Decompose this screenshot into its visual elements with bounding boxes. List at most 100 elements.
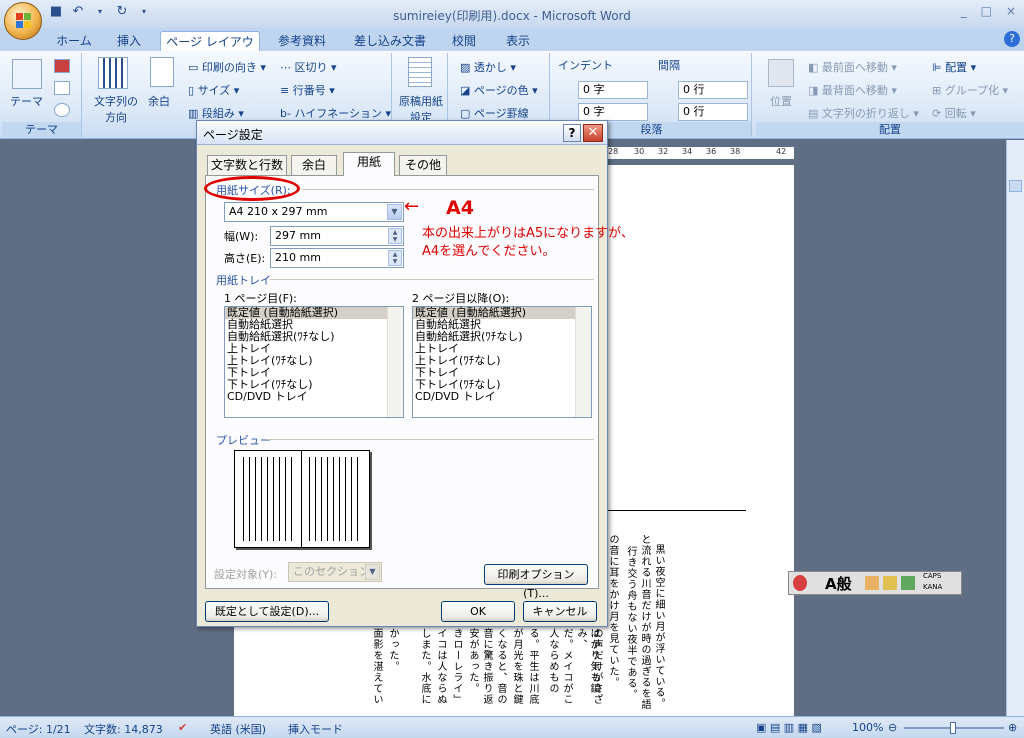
theme-icon [12,59,42,89]
zoom-in-icon[interactable]: ⊕ [1008,721,1017,734]
bring-front-button[interactable]: ◧ 最前面へ移動 ▾ [808,59,897,75]
tab-references[interactable]: 参考資料 [270,31,334,51]
tab-view[interactable]: 表示 [498,31,538,51]
width-spinner-icon[interactable]: ▲ ▼ [388,228,402,244]
indent-right-input[interactable]: 0 字 [578,103,648,121]
watermark-button[interactable]: ▨ 透かし ▾ [460,59,516,75]
ime-tools-icon[interactable] [901,576,915,590]
tab-insert[interactable]: 挿入 [108,31,150,51]
dialog-close-icon[interactable]: ✕ [583,124,603,142]
position-button[interactable]: 位置 [770,93,792,109]
columns-button[interactable]: ▥ 段組み ▾ [188,105,244,121]
doc-text-column: 黒い夜空に細い月が浮いている。 [653,544,664,709]
list-item[interactable]: CD/DVD トレイ [413,391,591,403]
vertical-scrollbar[interactable] [1006,140,1024,716]
ime-mode[interactable]: A般 [825,573,852,594]
minimize-button[interactable]: _ [961,4,967,18]
paper-size-select[interactable]: A4 210 x 297 mm ▼ [224,202,404,222]
theme-fonts-icon[interactable] [54,81,70,95]
ime-dictionary-icon[interactable] [883,576,897,590]
ime-pad-icon[interactable] [865,576,879,590]
doc-text-column: かった。 [387,628,398,672]
zoom-level[interactable]: 100% [852,721,883,734]
cancel-button[interactable]: キャンセル [523,601,597,622]
first-page-tray-list[interactable]: 既定値 (自動給紙選択) 自動給紙選択 自動給紙選択(ﾜﾁなし) 上トレイ 上ト… [224,306,404,418]
line-numbers-button[interactable]: ≡ 行番号 ▾ [280,82,335,98]
list-scrollbar[interactable] [575,307,591,417]
width-input[interactable]: 297 mm ▲ ▼ [270,226,404,246]
rotate-button[interactable]: ⟳ 回転 ▾ [932,105,976,121]
zoom-out-icon[interactable]: ⊖ [888,721,897,734]
insert-mode[interactable]: 挿入モード [288,721,343,737]
tab-characters-lines[interactable]: 文字数と行数 [207,155,287,175]
indent-left-input[interactable]: 0 字 [578,81,648,99]
doc-text-column: と流れる川音だけが時の過ぎるを語 [639,534,650,710]
tab-other[interactable]: その他 [399,155,447,175]
height-spinner-icon[interactable]: ▲ ▼ [388,250,402,266]
office-button[interactable] [4,2,42,40]
dialog-help-icon[interactable]: ? [563,124,581,142]
list-scrollbar[interactable] [387,307,403,417]
text-wrap-button[interactable]: ▤ 文字列の折り返し ▾ [808,105,919,121]
set-as-default-button[interactable]: 既定として設定(D)... [205,601,329,622]
tab-home[interactable]: ホーム [50,31,98,51]
size-button[interactable]: ▯ サイズ ▾ [188,82,239,98]
margins-button[interactable]: 余白 [148,93,170,109]
breaks-button[interactable]: ⋯ 区切り ▾ [280,59,337,75]
text-direction-button[interactable]: 文字列の方向 [90,93,142,125]
tab-paper[interactable]: 用紙 [343,152,395,176]
proofing-icon[interactable]: ✔ [178,721,187,734]
print-options-button[interactable]: 印刷オプション(T)... [484,564,588,600]
align-button[interactable]: ⊫ 配置 ▾ [932,59,976,75]
height-input[interactable]: 210 mm ▲ ▼ [270,248,404,268]
language-status[interactable]: 英語 (米国) [210,721,266,737]
paper-tray-label: 用紙トレイ [216,274,271,287]
preview-fold [301,451,302,547]
close-window-button[interactable]: × [1006,4,1016,18]
chevron-down-icon[interactable]: ▼ [387,204,402,220]
annotation-line-2: A4を選んでください。 [422,244,556,259]
spacing-before-input[interactable]: 0 行 [678,81,748,99]
theme-effects-icon[interactable] [54,103,70,117]
scroll-thumb[interactable] [1009,180,1022,192]
restore-button[interactable]: □ [981,4,992,18]
doc-text-column: しまた。水底に [419,628,430,705]
tab-margins[interactable]: 余白 [291,155,337,175]
page-color-button[interactable]: ◪ ページの色 ▾ [460,82,538,98]
tab-mailings[interactable]: 差し込み文書 [348,31,432,51]
horizontal-ruler[interactable]: 28 30 32 34 36 38 42 [604,147,794,159]
send-back-button[interactable]: ◨ 最背面へ移動 ▾ [808,82,897,98]
height-label: 高さ(E): [224,252,266,265]
page-borders-button[interactable]: ▢ ページ罫線 [460,105,529,121]
help-icon[interactable]: ? [1004,31,1020,47]
tab-review[interactable]: 校閲 [444,31,484,51]
manuscript-icon [408,57,432,87]
group-objects-button[interactable]: ⊞ グループ化 ▾ [932,82,1008,98]
orientation-button[interactable]: ▭ 印刷の向き ▾ [188,59,266,75]
annotation-title: A4 [446,197,474,219]
apply-to-select[interactable]: このセクション ▼ [288,562,382,582]
ime-language-bar[interactable]: A般 CAPS KANA [788,571,962,595]
list-item[interactable]: CD/DVD トレイ [225,391,403,403]
theme-colors-icon[interactable] [54,59,70,73]
page-borders-icon: ▢ [460,107,474,120]
ok-button[interactable]: OK [441,601,515,622]
preview-label: プレビュー [216,434,271,447]
doc-text-column: くなると、音の [495,628,506,705]
doc-text-column: きローレライ」 [451,628,462,705]
zoom-slider[interactable] [904,722,1004,734]
chevron-down-icon[interactable]: ▼ [365,564,380,580]
other-pages-tray-list[interactable]: 既定値 (自動給紙選択) 自動給紙選択 自動給紙選択(ﾜﾁなし) 上トレイ 上ト… [412,306,592,418]
tab-page-layout[interactable]: ページ レイアウト [160,31,260,69]
page-count[interactable]: ページ: 1/21 [6,721,71,737]
spacing-after-input[interactable]: 0 行 [678,103,748,121]
ime-icon[interactable] [793,575,807,591]
hyphenation-button[interactable]: b- ハイフネーション ▾ [280,105,391,121]
orientation-icon: ▭ [188,61,202,74]
theme-button[interactable]: テーマ [10,93,43,109]
rotate-icon: ⟳ [932,107,945,120]
word-count[interactable]: 文字数: 14,873 [84,721,163,737]
highlight-ellipse [204,176,300,201]
view-print-layout-icon[interactable]: ▣ ▤ ▥ ▦ ▧ [756,721,822,734]
line-numbers-icon: ≡ [280,84,293,97]
